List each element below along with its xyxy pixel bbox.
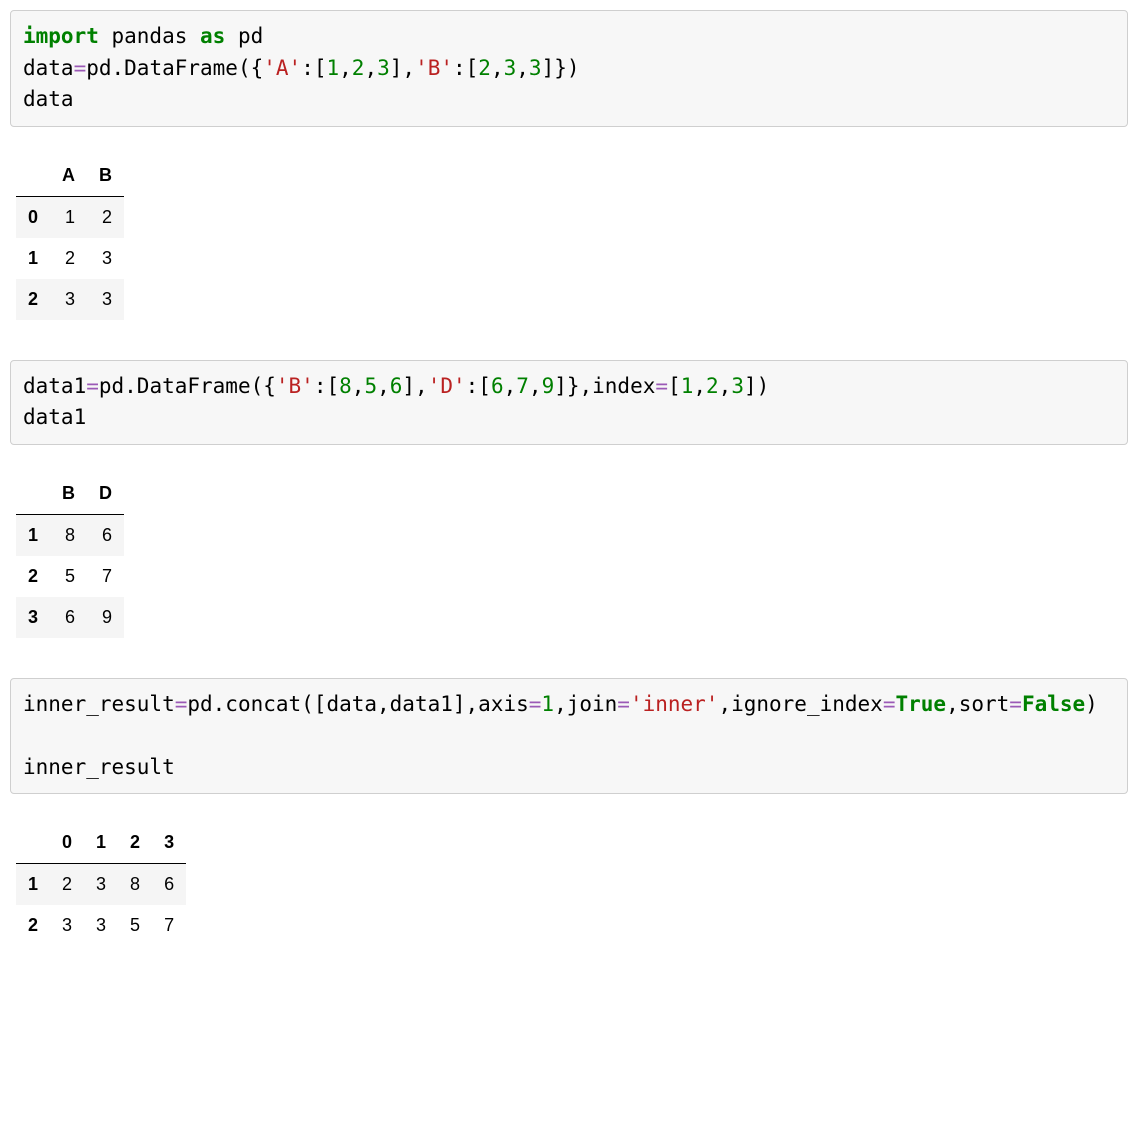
dataframe-output: 01231238623357 <box>16 822 186 946</box>
column-header: A <box>50 155 87 197</box>
column-header: B <box>87 155 124 197</box>
column-header: 1 <box>84 822 118 864</box>
cell-value: 6 <box>152 864 186 906</box>
table-row: 12386 <box>16 864 186 906</box>
cell-value: 8 <box>50 514 87 556</box>
cell-value: 7 <box>152 905 186 946</box>
dataframe-output: BD186257369 <box>16 473 124 638</box>
table-row: 369 <box>16 597 124 638</box>
cell-value: 5 <box>50 556 87 597</box>
cell-value: 3 <box>87 279 124 320</box>
table-corner <box>16 155 50 197</box>
cell-value: 7 <box>87 556 124 597</box>
cell-value: 8 <box>118 864 152 906</box>
cell-value: 3 <box>87 238 124 279</box>
code-cell[interactable]: inner_result=pd.concat([data,data1],axis… <box>10 678 1128 795</box>
cell-value: 9 <box>87 597 124 638</box>
row-index: 2 <box>16 905 50 946</box>
table-row: 23357 <box>16 905 186 946</box>
cell-value: 1 <box>50 196 87 238</box>
notebook-root: import pandas as pd data=pd.DataFrame({'… <box>10 10 1128 946</box>
column-header: B <box>50 473 87 515</box>
row-index: 3 <box>16 597 50 638</box>
cell-value: 3 <box>84 905 118 946</box>
table-corner <box>16 473 50 515</box>
table-row: 233 <box>16 279 124 320</box>
column-header: 3 <box>152 822 186 864</box>
table-row: 257 <box>16 556 124 597</box>
row-index: 1 <box>16 514 50 556</box>
table-row: 123 <box>16 238 124 279</box>
cell-value: 5 <box>118 905 152 946</box>
cell-value: 2 <box>50 238 87 279</box>
row-index: 0 <box>16 196 50 238</box>
cell-value: 3 <box>84 864 118 906</box>
cell-value: 6 <box>87 514 124 556</box>
code-cell[interactable]: data1=pd.DataFrame({'B':[8,5,6],'D':[6,7… <box>10 360 1128 445</box>
table-row: 186 <box>16 514 124 556</box>
row-index: 2 <box>16 556 50 597</box>
row-index: 2 <box>16 279 50 320</box>
code-cell[interactable]: import pandas as pd data=pd.DataFrame({'… <box>10 10 1128 127</box>
table-corner <box>16 822 50 864</box>
column-header: 2 <box>118 822 152 864</box>
table-row: 012 <box>16 196 124 238</box>
row-index: 1 <box>16 864 50 906</box>
column-header: 0 <box>50 822 84 864</box>
cell-value: 3 <box>50 279 87 320</box>
cell-value: 2 <box>87 196 124 238</box>
dataframe-output: AB012123233 <box>16 155 124 320</box>
cell-value: 6 <box>50 597 87 638</box>
column-header: D <box>87 473 124 515</box>
cell-value: 2 <box>50 864 84 906</box>
row-index: 1 <box>16 238 50 279</box>
cell-value: 3 <box>50 905 84 946</box>
